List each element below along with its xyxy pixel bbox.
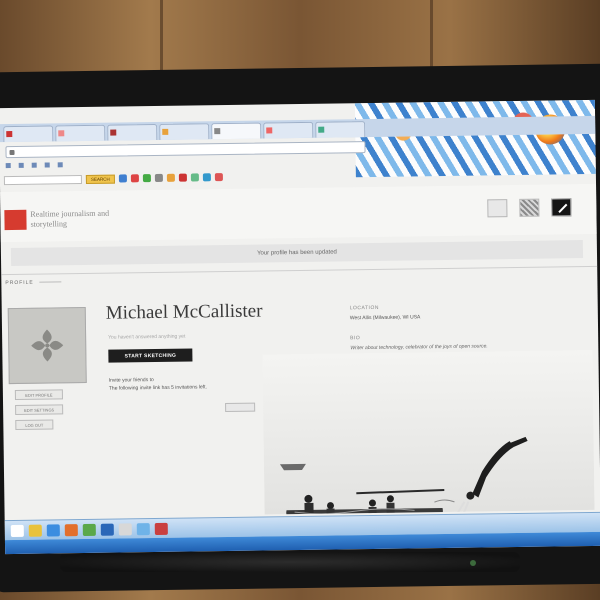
small-boat [279,463,306,471]
browser-tab[interactable] [3,125,54,143]
power-led-icon [470,560,476,566]
invite-text: Invite your friends to [108,377,154,384]
taskbar-app-icon[interactable] [64,523,78,536]
toolbar-icon[interactable] [154,173,163,183]
screen: SEARCH Realtime journalism and storytell… [0,99,600,555]
avatar[interactable] [7,306,87,385]
copy-link-button[interactable] [225,402,256,413]
bookmark-item[interactable] [57,162,65,168]
taskbar-app-icon[interactable] [136,522,150,535]
person [304,502,314,513]
location-value: West Allis (Milwaukee), WI USA [349,314,421,322]
tab-favicon-icon [110,129,117,136]
bookmark-icon [18,162,24,168]
browser-tab-active[interactable] [211,122,262,140]
avatar-ornament-icon [31,329,64,362]
tab-favicon-icon [318,126,325,133]
url-bar[interactable] [5,141,366,159]
toolbar-icon[interactable] [142,174,151,183]
edit-pencil-icon [551,198,572,217]
person [368,506,377,515]
tab-favicon-icon [266,127,273,134]
pattern-icon [519,198,540,217]
toolbar-icon[interactable] [118,174,127,183]
site-header: Realtime journalism and storytelling [0,183,597,243]
start-sketching-button[interactable]: START SKETCHING [108,348,193,363]
toolbar-icon[interactable] [190,173,199,182]
site-logo[interactable] [4,209,27,231]
bookmark-icon [5,163,11,169]
taskbar-app-icon[interactable] [82,523,96,536]
tab-favicon-icon [162,128,169,135]
search-toolbar: SEARCH [0,168,420,186]
section-label: PROFILE [5,279,40,287]
vintage-photo [262,349,595,515]
header-icons [486,198,572,219]
tab-favicon-icon [214,128,221,135]
invite-count-text: The following invite link has 5 invitati… [108,384,207,392]
browser-tab[interactable] [263,121,314,139]
browser-tab[interactable] [107,123,158,141]
divider [1,265,598,276]
header-icon-button[interactable] [486,199,508,219]
bookmark-item[interactable] [18,162,26,169]
square-icon [487,199,508,218]
taskbar-app-icon[interactable] [46,523,60,537]
header-icon-button[interactable] [518,198,540,219]
bookmark-item[interactable] [44,162,52,168]
bio-value: Writer about technology, celebrator of t… [350,343,488,352]
toolbar-icon[interactable] [166,173,175,182]
site-tagline: Realtime journalism and storytelling [30,208,110,229]
bookmark-item[interactable] [31,162,39,169]
toolbar-icon[interactable] [178,173,187,182]
toolbar-icon[interactable] [202,173,211,182]
lock-icon [9,149,15,156]
edit-profile-button[interactable]: EDIT PROFILE [14,389,63,400]
toolbar-search-input[interactable] [3,174,82,185]
toolbar-search-button[interactable]: SEARCH [85,174,115,184]
header-icon-button[interactable] [550,198,572,218]
no-answers-text: You haven't answered anything yet [108,333,186,341]
tab-favicon-icon [58,130,65,137]
browser-tab[interactable] [55,124,106,142]
browser-tab[interactable] [159,123,210,140]
person [386,502,395,513]
taskbar-app-icon[interactable] [118,522,132,536]
location-label: LOCATION [349,304,379,312]
start-icon[interactable] [10,524,24,537]
taskbar-app-icon[interactable] [100,523,114,536]
profile-updated-notice: Your profile has been updated [10,240,584,267]
toolbar-icon[interactable] [214,173,223,182]
profile-name: Michael McCallister [105,300,263,324]
taskbar-app-icon[interactable] [154,522,168,535]
monitor-chin [60,552,520,572]
bio-label: BIO [350,335,361,342]
edit-settings-button[interactable]: EDIT SETTINGS [15,404,64,415]
bookmark-item[interactable] [5,163,13,169]
tab-favicon-icon [6,130,13,138]
bookmark-icon [44,162,50,168]
bookmark-icon [57,162,63,168]
bookmark-icon [31,162,37,168]
toolbar-icon[interactable] [130,174,139,183]
taskbar-app-icon[interactable] [28,524,42,537]
log-out-button[interactable]: LOG OUT [15,419,54,430]
browser-tab[interactable] [315,121,366,138]
